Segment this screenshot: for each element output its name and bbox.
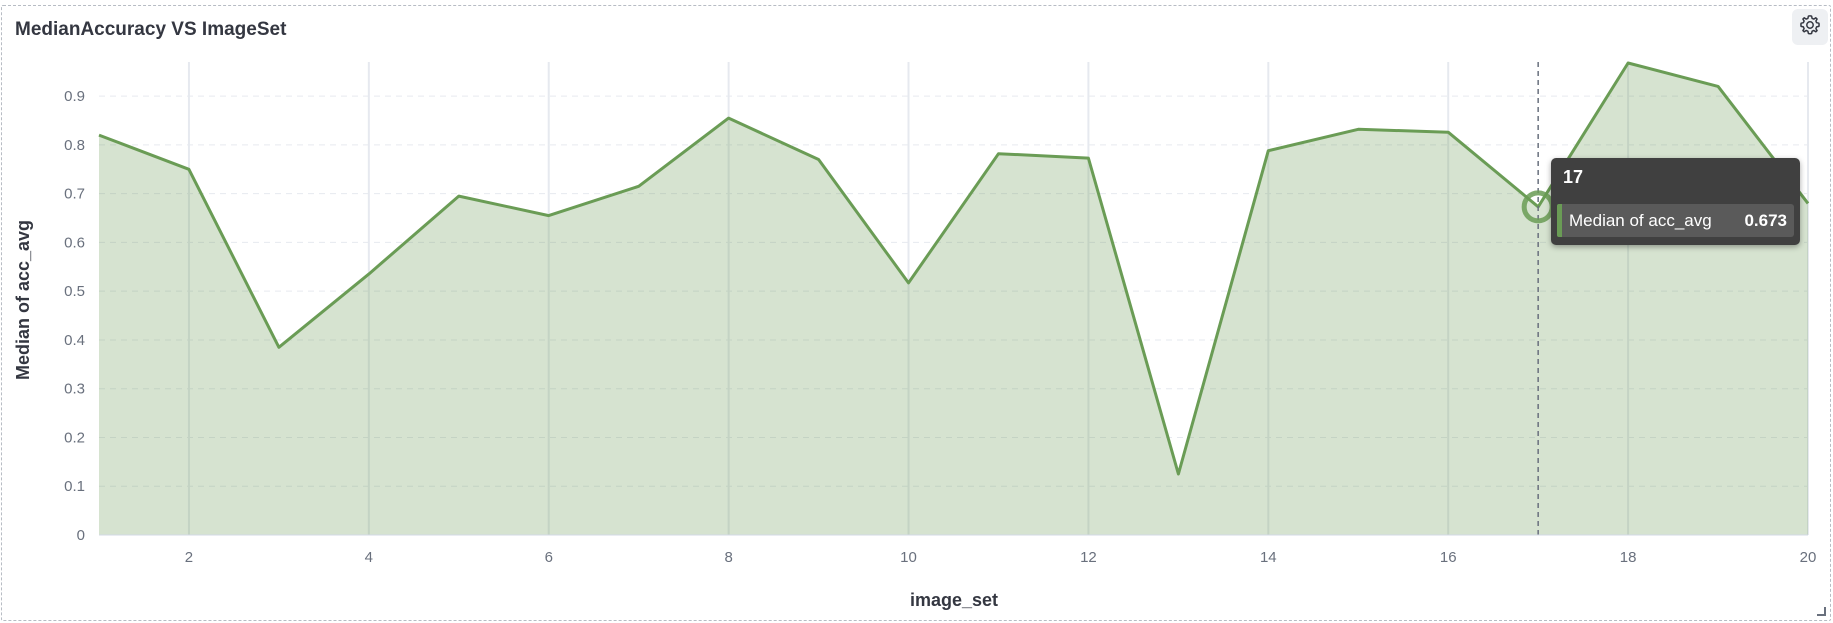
y-tick-label: 0.4 xyxy=(64,332,85,349)
x-tick-label: 12 xyxy=(1080,549,1097,566)
x-tick-label: 18 xyxy=(1620,549,1637,566)
data-point-10[interactable] xyxy=(903,277,915,289)
y-tick-label: 0.3 xyxy=(64,381,85,398)
data-point-5[interactable] xyxy=(453,190,465,202)
chart-svg: 0 0.1 0.2 0.3 0.4 0.5 0.6 0.7 0.8 0.9 2 4 6 8 10 12 14 1… xyxy=(13,57,1817,610)
y-axis-title: Median of acc_avg xyxy=(13,220,33,380)
data-point-19[interactable] xyxy=(1712,80,1724,92)
data-point-18[interactable] xyxy=(1622,57,1634,69)
data-point-4[interactable] xyxy=(363,268,375,280)
data-point-3[interactable] xyxy=(273,341,285,353)
y-tick-label: 0.5 xyxy=(64,283,85,300)
x-tick-label: 16 xyxy=(1440,549,1457,566)
y-axis-ticks: 0 0.1 0.2 0.3 0.4 0.5 0.6 0.7 0.8 0.9 xyxy=(64,88,85,544)
data-point-11[interactable] xyxy=(992,148,1004,160)
y-tick-label: 0.9 xyxy=(64,88,85,105)
y-tick-label: 0 xyxy=(77,527,85,544)
y-tick-label: 0.1 xyxy=(64,478,85,495)
x-tick-label: 2 xyxy=(185,549,193,566)
tooltip-series-label: Median of acc_avg xyxy=(1569,211,1712,230)
tooltip-row: Median of acc_avg 0.673 xyxy=(1557,204,1794,237)
data-point-2[interactable] xyxy=(183,163,195,175)
x-axis-ticks: 2 4 6 8 10 12 14 16 18 20 xyxy=(185,549,1817,566)
x-tick-label: 6 xyxy=(545,549,553,566)
x-tick-label: 14 xyxy=(1260,549,1277,566)
data-point-15[interactable] xyxy=(1352,123,1364,135)
x-axis-title: image_set xyxy=(910,590,998,610)
data-point-12[interactable] xyxy=(1082,152,1094,164)
data-point-7[interactable] xyxy=(633,180,645,192)
tooltip-series-value: 0.673 xyxy=(1744,211,1787,230)
x-tick-label: 8 xyxy=(724,549,732,566)
series-area xyxy=(99,63,1808,535)
data-point-17[interactable] xyxy=(1532,201,1544,213)
data-point-6[interactable] xyxy=(543,210,555,222)
x-tick-label: 20 xyxy=(1800,549,1817,566)
x-tick-label: 10 xyxy=(900,549,917,566)
data-point-8[interactable] xyxy=(723,112,735,124)
chart-tooltip: 17 Median of acc_avg 0.673 xyxy=(1551,158,1800,245)
y-tick-label: 0.7 xyxy=(64,186,85,203)
data-point-13[interactable] xyxy=(1172,468,1184,480)
data-point-9[interactable] xyxy=(813,154,825,166)
y-tick-label: 0.6 xyxy=(64,234,85,251)
data-point-16[interactable] xyxy=(1442,126,1454,138)
x-tick-label: 4 xyxy=(365,549,373,566)
data-point-20[interactable] xyxy=(1802,197,1814,209)
tooltip-series-swatch xyxy=(1557,204,1562,237)
y-tick-label: 0.2 xyxy=(64,429,85,446)
y-tick-label: 0.8 xyxy=(64,137,85,154)
tooltip-header: 17 xyxy=(1563,167,1584,187)
data-point-1[interactable] xyxy=(93,129,105,141)
data-point-14[interactable] xyxy=(1262,145,1274,157)
